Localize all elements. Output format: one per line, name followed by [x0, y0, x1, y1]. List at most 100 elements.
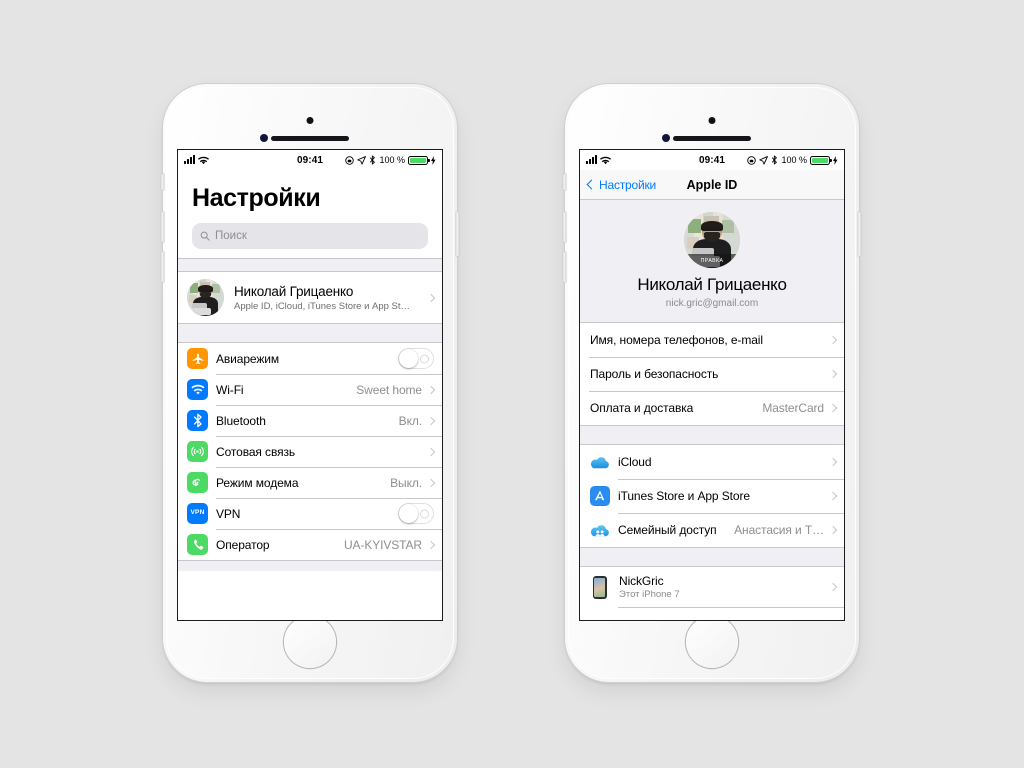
wifi-icon — [187, 379, 208, 400]
avatar — [187, 279, 224, 316]
icloud-icon — [589, 452, 610, 473]
service-row[interactable]: iCloud — [580, 445, 844, 479]
status-bar: 09:41 100 % — [580, 150, 844, 170]
account-row-value: MasterCard — [762, 401, 824, 415]
settings-row-label: Сотовая связь — [216, 444, 296, 459]
iphone-device-left: 09:41 100 % Настройки Поиск Николай Гриц… — [161, 84, 459, 682]
settings-row-value: Вкл. — [398, 413, 422, 428]
service-row-label: iTunes Store и App Store — [618, 489, 750, 503]
settings-row[interactable]: Wi-Fi Sweet home — [178, 374, 442, 405]
cellular-icon — [187, 441, 208, 462]
toggle-switch[interactable] — [398, 503, 434, 524]
chevron-right-icon — [828, 491, 838, 501]
search-icon — [200, 231, 210, 241]
volume-up-button[interactable] — [161, 212, 164, 242]
settings-screen: 09:41 100 % Настройки Поиск Николай Гриц… — [178, 150, 442, 620]
home-button[interactable] — [284, 616, 336, 668]
account-email: nick.gric@gmail.com — [665, 298, 759, 309]
device-name: NickGric — [619, 573, 664, 588]
account-settings-list: Имя, номера телефонов, e-mail Пароль и бе… — [580, 323, 844, 425]
account-row[interactable]: Оплата и доставка MasterCard — [580, 391, 844, 425]
earpiece-speaker — [271, 136, 349, 141]
section-gap — [178, 561, 442, 571]
settings-row-label: Авиарежим — [216, 351, 280, 366]
settings-row[interactable]: VPN VPN — [178, 498, 442, 529]
chevron-right-icon — [426, 416, 436, 425]
status-bar: 09:41 100 % — [178, 150, 442, 170]
settings-row[interactable]: Оператор UA-KYIVSTAR — [178, 529, 442, 560]
settings-row-value: Sweet home — [356, 382, 422, 397]
section-gap — [580, 426, 844, 444]
silent-switch[interactable] — [161, 174, 164, 190]
toggle-switch[interactable] — [398, 348, 434, 369]
home-button[interactable] — [686, 616, 738, 668]
settings-row[interactable]: Авиарежим — [178, 343, 442, 374]
proximity-sensor-icon — [260, 134, 268, 142]
status-bar-time: 09:41 — [296, 154, 324, 166]
profile-name: Николай Грицаенко — [234, 283, 354, 299]
proximity-sensor-icon — [662, 134, 670, 142]
earpiece-speaker — [673, 136, 751, 141]
user-avatar-photo — [187, 279, 224, 316]
chevron-right-icon — [426, 385, 436, 394]
settings-row[interactable]: Режим модема Выкл. — [178, 467, 442, 498]
back-button[interactable]: Настройки — [586, 177, 657, 192]
search-placeholder: Поиск — [215, 230, 247, 242]
account-row-label: Оплата и доставка — [590, 401, 694, 415]
phone-icon — [187, 534, 208, 555]
device-row[interactable]: Apple Watch — Коля и — [580, 607, 844, 620]
back-button-label: Настройки — [599, 177, 657, 192]
service-row[interactable]: iTunes Store и App Store — [580, 479, 844, 513]
volume-down-button[interactable] — [161, 252, 164, 282]
settings-row[interactable]: Сотовая связь — [178, 436, 442, 467]
section-gap — [580, 548, 844, 566]
power-button[interactable] — [858, 212, 861, 256]
account-row[interactable]: Имя, номера телефонов, e-mail — [580, 323, 844, 357]
app-store-icon — [589, 486, 610, 507]
avatar[interactable]: ПРАВКА — [684, 212, 740, 268]
silent-switch[interactable] — [563, 174, 566, 190]
settings-row-value: UA-KYIVSTAR — [343, 537, 422, 552]
airplane-icon — [187, 348, 208, 369]
settings-row-label: VPN — [216, 506, 241, 521]
apple-id-profile-row[interactable]: Николай Грицаенко Apple ID, iCloud, iTun… — [178, 272, 442, 323]
apple-id-screen: 09:41 100 % Настройки Apple ID ПРАВКА Ни… — [580, 150, 844, 620]
service-row-label: Семейный доступ — [618, 523, 717, 537]
power-button[interactable] — [456, 212, 459, 256]
chevron-right-icon — [828, 457, 838, 467]
device-subtitle: Этот iPhone 7 — [619, 589, 680, 601]
service-row-label: iCloud — [618, 455, 652, 469]
apple-watch-device-icon — [589, 614, 610, 620]
battery-icon — [810, 155, 832, 165]
iphone-device-icon — [589, 574, 610, 600]
settings-list: Авиарежим Wi-Fi Sweet home Bluetooth Вкл. Сот… — [178, 343, 442, 560]
settings-row[interactable]: Bluetooth Вкл. — [178, 405, 442, 436]
chevron-right-icon — [828, 335, 838, 345]
account-row[interactable]: Пароль и безопасность — [580, 357, 844, 391]
apple-id-header: ПРАВКА Николай Грицаенко nick.gric@gmail… — [580, 200, 844, 323]
volume-down-button[interactable] — [563, 252, 566, 282]
chevron-right-icon — [828, 369, 838, 379]
chevron-right-icon — [828, 582, 838, 592]
search-input[interactable]: Поиск — [192, 223, 428, 249]
chevron-right-icon — [426, 447, 436, 456]
front-camera-icon — [306, 117, 314, 124]
status-bar-time: 09:41 — [698, 154, 726, 166]
settings-row-label: Wi-Fi — [216, 382, 244, 397]
account-row-label: Имя, номера телефонов, e-mail — [590, 333, 763, 347]
service-row[interactable]: Семейный доступ Анастасия и Т… — [580, 513, 844, 547]
service-row-value: Анастасия и Т… — [734, 523, 824, 537]
section-gap — [178, 324, 442, 342]
chevron-right-icon — [828, 525, 838, 535]
vpn-icon: VPN — [187, 503, 208, 524]
settings-header: Настройки Поиск — [178, 170, 442, 249]
screenshot-stage: 09:41 100 % Настройки Поиск Николай Гриц… — [0, 0, 1024, 768]
family-icon — [589, 520, 610, 541]
section-gap — [178, 259, 442, 271]
bluetooth-icon — [187, 410, 208, 431]
services-list: iCloud iTunes Store и App Store Семейный д… — [580, 445, 844, 547]
volume-up-button[interactable] — [563, 212, 566, 242]
iphone-device-right: 09:41 100 % Настройки Apple ID ПРАВКА Ни… — [563, 84, 861, 682]
device-row[interactable]: NickGric Этот iPhone 7 — [580, 567, 844, 607]
edit-avatar-label[interactable]: ПРАВКА — [684, 254, 740, 268]
